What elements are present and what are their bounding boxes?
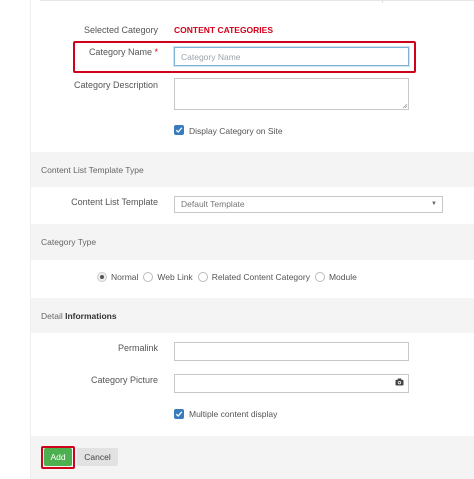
category-description-label: Category Description [73, 80, 158, 90]
radio-related-circle[interactable] [197, 272, 208, 282]
display-on-site-label: Display Category on Site [189, 126, 283, 136]
selected-category-value: CONTENT CATEGORIES [174, 25, 274, 35]
add-button[interactable]: Add [44, 448, 72, 466]
category-name-label: Category Name * [40, 46, 158, 58]
category-name-input[interactable] [174, 47, 409, 66]
top-border [40, 0, 474, 3]
detail-section-title: Detail Informations [41, 310, 117, 322]
multiple-display-label: Multiple content display [189, 409, 278, 419]
radio-module-circle[interactable] [314, 272, 325, 282]
radio-web-link-circle[interactable] [143, 272, 154, 282]
radio-normal-circle[interactable] [97, 272, 107, 282]
radio-normal[interactable]: Normal [97, 272, 138, 282]
check-icon [175, 127, 183, 133]
required-mark: * [154, 47, 158, 57]
category-picture-field [174, 374, 409, 393]
radio-module[interactable]: Module [314, 272, 357, 282]
radio-web-link[interactable]: Web Link [143, 272, 193, 282]
camera-icon[interactable] [395, 378, 404, 386]
category-type-radio-group: Normal Web Link Related Content Category… [97, 272, 362, 282]
permalink-input[interactable] [174, 342, 409, 361]
radio-web-link-label: Web Link [157, 272, 193, 282]
category-type-section-header [31, 224, 474, 260]
category-type-section-title: Category Type [41, 237, 97, 247]
resize-grip-icon[interactable] [402, 103, 408, 109]
template-section-title: Content List Template Type [41, 165, 144, 175]
check-icon [175, 411, 183, 417]
permalink-label: Permalink [117, 343, 158, 353]
category-description-input[interactable] [174, 78, 409, 110]
category-picture-label: Category Picture [90, 375, 158, 385]
radio-module-label: Module [328, 272, 357, 282]
selected-category-label: Selected Category [83, 25, 158, 35]
detail-section-title-bold: Informations [65, 311, 117, 321]
template-select[interactable]: Default Template ▼ [174, 196, 443, 213]
detail-section-title-prefix: Detail [41, 311, 63, 321]
radio-related-label: Related Content Category [211, 272, 310, 282]
display-on-site-checkbox[interactable] [174, 125, 184, 135]
radio-related-content-category[interactable]: Related Content Category [197, 272, 310, 282]
category-name-label-text: Category Name [88, 47, 152, 57]
cancel-button[interactable]: Cancel [77, 448, 118, 466]
multiple-display-checkbox[interactable] [174, 409, 184, 419]
radio-normal-label: Normal [111, 272, 139, 282]
chevron-down-icon: ▼ [431, 201, 437, 207]
template-label: Content List Template [71, 197, 158, 207]
category-description-wrapper [174, 78, 409, 110]
template-select-value: Default Template [181, 199, 245, 209]
category-picture-input[interactable] [174, 374, 409, 393]
